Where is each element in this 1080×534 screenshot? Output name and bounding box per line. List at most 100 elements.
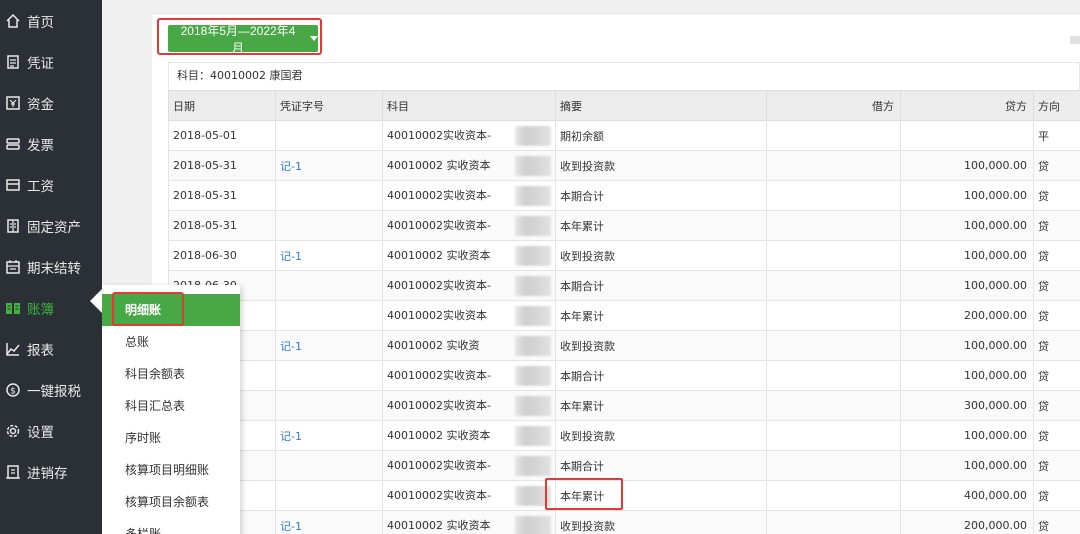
sidebar-item-5[interactable]: 固定资产 xyxy=(0,205,102,246)
voucher-link[interactable]: 记-1 xyxy=(275,510,383,534)
table-cell xyxy=(766,360,901,391)
table-cell xyxy=(275,210,383,241)
subject-text: 40010002实收资本- xyxy=(387,189,491,202)
table-cell xyxy=(766,180,901,211)
sidebar-item-0[interactable]: 首页 xyxy=(0,0,102,41)
table-cell xyxy=(275,360,383,391)
table-cell xyxy=(766,450,901,481)
sidebar-item-11[interactable]: 进销存 xyxy=(0,451,102,492)
sidebar-item-6[interactable]: 期末结转 xyxy=(0,246,102,287)
sidebar-item-1[interactable]: 凭证 xyxy=(0,41,102,82)
table-cell: 本期合计 xyxy=(555,270,767,301)
sidebar-item-3[interactable]: 发票 xyxy=(0,123,102,164)
table-cell xyxy=(275,120,383,151)
voucher-link[interactable]: 记-1 xyxy=(275,330,383,361)
sidebar-item-label: 首页 xyxy=(27,14,54,31)
sidebar-item-8[interactable]: 报表 xyxy=(0,328,102,369)
redaction-blur xyxy=(515,276,551,296)
table-cell: 100,000.00 xyxy=(900,420,1034,451)
table-cell: 贷 xyxy=(1033,180,1080,211)
table-cell: 本年累计 xyxy=(555,390,767,421)
table-row: 2018-05-01 40010002实收资本- 期初余额 平 xyxy=(168,120,1080,151)
table-cell: 收到投资款 xyxy=(555,150,767,181)
table-cell: 40010002实收资本- xyxy=(382,360,556,391)
voucher-link[interactable]: 记-1 xyxy=(275,420,383,451)
table-cell: 200,000.00 xyxy=(900,300,1034,331)
sidebar-item-label: 进销存 xyxy=(27,465,68,482)
table-row: 记-1 40010002 实收资本 收到投资款 100,000.00 贷 xyxy=(168,420,1080,451)
sidebar-item-label: 凭证 xyxy=(27,55,54,72)
table-cell: 2018-05-31 xyxy=(168,150,276,181)
column-header: 借方 xyxy=(766,90,901,121)
column-header: 科目 xyxy=(382,90,556,121)
book-icon xyxy=(4,299,21,316)
table-cell xyxy=(766,270,901,301)
table-cell: 贷 xyxy=(1033,210,1080,241)
table-cell xyxy=(766,420,901,451)
table-cell xyxy=(766,390,901,421)
ledger-submenu: 明细账 总账 科目余额表 科目汇总表 序时账 核算项目明细账 核算项目余额表 多栏账 xyxy=(90,285,240,534)
dollar-icon: $ xyxy=(4,381,21,398)
detail-ledger-table: 日期 凭证字号 科目 摘要 借方 贷方 方向 2018-05-01 40010002实收资本-… xyxy=(168,90,1080,534)
sidebar-item-9[interactable]: $ 一键报税 xyxy=(0,369,102,410)
redaction-blur xyxy=(515,426,551,446)
table-cell xyxy=(275,270,383,301)
voucher-link[interactable]: 记-1 xyxy=(275,240,383,271)
sidebar-item-7[interactable]: 账簿 xyxy=(0,287,102,328)
table-cell: 100,000.00 xyxy=(900,180,1034,211)
table-cell: 2018-06-30 xyxy=(168,240,276,271)
column-header: 贷方 xyxy=(900,90,1034,121)
subject-text: 40010002实收资本 xyxy=(387,309,487,322)
table-cell: 本年累计 xyxy=(555,210,767,241)
subject-cell-text: 40010002实收资本- xyxy=(387,122,551,150)
table-row: 记-1 40010002 实收资 收到投资款 100,000.00 贷 xyxy=(168,330,1080,361)
main-content: 2018年5月—2022年4月 科目：40010002 康国君 日期 凭证字号 科目… xyxy=(102,0,1080,534)
table-cell: 40010002实收资本- xyxy=(382,480,556,511)
document-icon xyxy=(4,53,21,70)
table-cell: 100,000.00 xyxy=(900,210,1034,241)
table-cell xyxy=(275,390,383,421)
scroll-marker[interactable] xyxy=(1070,36,1080,44)
table-cell xyxy=(766,240,901,271)
voucher-link[interactable]: 记-1 xyxy=(275,150,383,181)
submenu-item-1[interactable]: 总账 xyxy=(102,326,240,358)
table-cell: 收到投资款 xyxy=(555,510,767,534)
subject-cell-text: 40010002 实收资本 xyxy=(387,512,551,534)
sidebar-item-label: 报表 xyxy=(27,342,54,359)
submenu-item-5[interactable]: 核算项目明细账 xyxy=(102,454,240,486)
caret-down-icon xyxy=(310,36,318,41)
table-cell: 40010002实收资本- xyxy=(382,450,556,481)
svg-text:$: $ xyxy=(10,386,16,396)
redaction-blur xyxy=(515,246,551,266)
submenu-pointer xyxy=(90,289,102,313)
column-header: 凭证字号 xyxy=(275,90,383,121)
sidebar-item-2[interactable]: 资金 xyxy=(0,82,102,123)
table-cell: 贷 xyxy=(1033,510,1080,534)
sidebar-item-4[interactable]: 工资 xyxy=(0,164,102,205)
subject-text: 40010002实收资本- xyxy=(387,129,491,142)
submenu-item-7[interactable]: 多栏账 xyxy=(102,518,240,534)
submenu-item-2[interactable]: 科目余额表 xyxy=(102,358,240,390)
table-cell: 40010002 实收资本 xyxy=(382,510,556,534)
subject-text: 40010002实收资本- xyxy=(387,459,491,472)
table-cell: 100,000.00 xyxy=(900,150,1034,181)
card-icon xyxy=(4,176,21,193)
subject-text: 40010002 实收资本 xyxy=(387,429,491,442)
table-cell xyxy=(766,120,901,151)
submenu-item-6[interactable]: 核算项目余额表 xyxy=(102,486,240,518)
table-cell: 期初余额 xyxy=(555,120,767,151)
submenu-item-0[interactable]: 明细账 xyxy=(102,294,240,326)
table-cell: 40010002实收资本 xyxy=(382,300,556,331)
table-cell xyxy=(766,480,901,511)
submenu-item-3[interactable]: 科目汇总表 xyxy=(102,390,240,422)
table-cell: 2018-05-31 xyxy=(168,210,276,241)
table-cell: 2018-05-01 xyxy=(168,120,276,151)
table-row: 40010002实收资本- 本期合计 100,000.00 贷 xyxy=(168,450,1080,481)
submenu-item-4[interactable]: 序时账 xyxy=(102,422,240,454)
table-cell: 贷 xyxy=(1033,240,1080,271)
subject-cell-text: 40010002实收资本- xyxy=(387,272,551,300)
sidebar-item-10[interactable]: 设置 xyxy=(0,410,102,451)
table-cell xyxy=(766,330,901,361)
period-select-button[interactable]: 2018年5月—2022年4月 xyxy=(168,24,318,55)
period-label: 2018年5月—2022年4月 xyxy=(180,23,296,55)
